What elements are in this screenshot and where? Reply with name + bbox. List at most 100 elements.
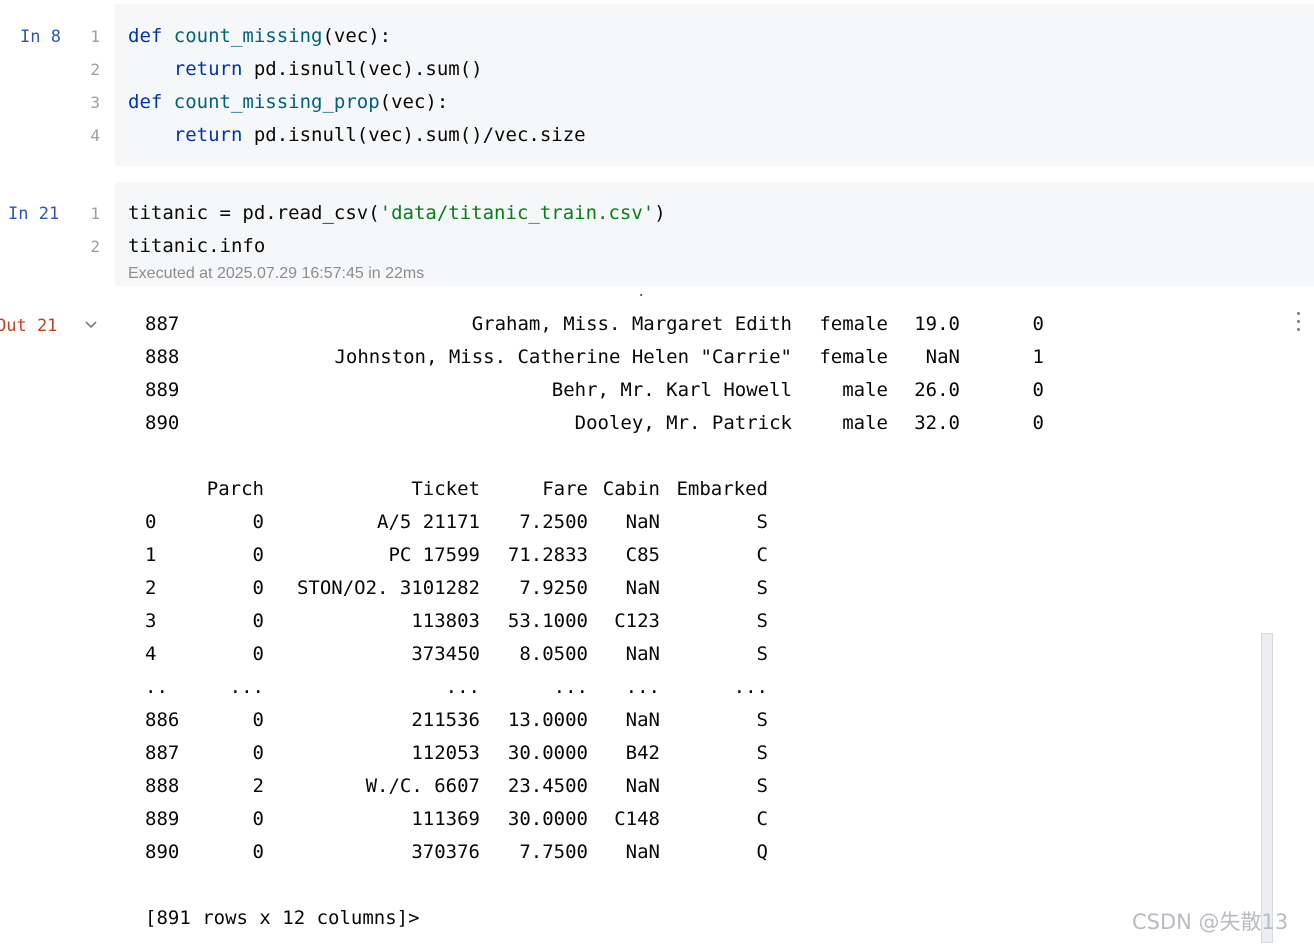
- table-cell: 0: [252, 808, 264, 830]
- table-cell: 13.0000: [507, 709, 588, 731]
- passenger-name: Behr, Mr. Karl Howell: [551, 379, 792, 401]
- more-vertical-icon[interactable]: [1292, 310, 1306, 334]
- table-cell: C123: [614, 610, 660, 632]
- table-cell: 0: [252, 577, 264, 599]
- table-cell: ...: [625, 676, 660, 698]
- table-cell: NaN: [625, 709, 660, 731]
- output-partial-dot: .: [637, 284, 646, 300]
- table-cell: 23.4500: [507, 775, 588, 797]
- scrollbar[interactable]: [1261, 633, 1273, 943]
- column-header: Cabin: [602, 478, 660, 500]
- table-cell: ...: [229, 676, 264, 698]
- watermark: CSDN @失散13: [1132, 910, 1289, 934]
- row-index: 887: [145, 313, 180, 335]
- code-token: titanic = pd.read_csv(: [128, 202, 380, 224]
- line-number: 1: [90, 204, 100, 223]
- table-cell: 30.0000: [507, 742, 588, 764]
- table-cell: C85: [625, 544, 660, 566]
- code-token: def: [128, 91, 174, 113]
- code-line[interactable]: def count_missing_prop(vec):: [128, 91, 448, 113]
- code-line[interactable]: titanic = pd.read_csv('data/titanic_trai…: [128, 202, 666, 224]
- line-number: 3: [90, 93, 100, 112]
- passenger-sibsp: 1: [1032, 346, 1044, 368]
- table-cell: C: [756, 808, 768, 830]
- code-line[interactable]: def count_missing(vec):: [128, 25, 391, 47]
- table-cell: STON/O2. 3101282: [296, 577, 480, 599]
- cell-prompt: In 8: [20, 27, 61, 47]
- row-index: 2: [145, 577, 157, 599]
- table-cell: S: [756, 709, 768, 731]
- execution-info: Executed at 2025.07.29 16:57:45 in 22ms: [128, 265, 425, 282]
- table-cell: C: [756, 544, 768, 566]
- table-cell: S: [756, 742, 768, 764]
- table-cell: S: [756, 577, 768, 599]
- table-cell: 8.0500: [519, 643, 588, 665]
- table-cell: 0: [252, 610, 264, 632]
- passenger-age: NaN: [925, 346, 960, 368]
- table-cell: C148: [614, 808, 660, 830]
- code-token: return: [173, 58, 254, 80]
- code-token: (vec):: [322, 25, 392, 47]
- table-cell: NaN: [625, 841, 660, 863]
- passenger-sex: female: [819, 313, 888, 335]
- table-cell: PC 17599: [388, 544, 480, 566]
- passenger-sex: male: [842, 379, 888, 401]
- table-cell: S: [756, 511, 768, 533]
- table-cell: ...: [445, 676, 480, 698]
- table-cell: 71.2833: [507, 544, 588, 566]
- row-index: 890: [145, 412, 180, 434]
- passenger-name: Graham, Miss. Margaret Edith: [471, 313, 792, 335]
- table-cell: 7.2500: [519, 511, 588, 533]
- row-index: 0: [145, 511, 157, 533]
- passenger-name: Johnston, Miss. Catherine Helen "Carrie": [334, 346, 792, 368]
- code-line[interactable]: return pd.isnull(vec).sum()/vec.size: [128, 124, 586, 146]
- chevron-down-icon[interactable]: [84, 318, 98, 332]
- table-cell: 0: [252, 511, 264, 533]
- code-line[interactable]: return pd.isnull(vec).sum(): [128, 58, 483, 80]
- column-header: Parch: [206, 478, 264, 500]
- output-footer: [891 rows x 12 columns]>: [145, 907, 420, 929]
- column-header: Ticket: [411, 478, 480, 500]
- code-token: titanic.info: [128, 235, 266, 257]
- code-token: def: [128, 25, 174, 47]
- table-cell: 112053: [411, 742, 480, 764]
- code-token: count_missing: [173, 25, 323, 47]
- passenger-name: Dooley, Mr. Patrick: [574, 412, 792, 434]
- table-cell: 113803: [411, 610, 480, 632]
- line-number: 1: [90, 27, 100, 46]
- passenger-age: 32.0: [914, 412, 960, 434]
- table-cell: S: [756, 775, 768, 797]
- line-number: 2: [90, 60, 100, 79]
- passenger-sex: female: [819, 346, 888, 368]
- code-token: return: [173, 124, 254, 146]
- output-prompt: Out 21: [0, 316, 58, 336]
- line-number: 2: [90, 237, 100, 256]
- table-cell: 0: [252, 643, 264, 665]
- table-cell: 0: [252, 544, 264, 566]
- table-cell: 2: [252, 775, 264, 797]
- table-cell: W./C. 6607: [365, 775, 480, 797]
- table-cell: 0: [252, 709, 264, 731]
- code-token: ): [654, 202, 666, 224]
- table-cell: S: [756, 643, 768, 665]
- code-line[interactable]: titanic.info: [128, 235, 265, 257]
- passenger-sibsp: 0: [1032, 412, 1044, 434]
- table-cell: 211536: [411, 709, 480, 731]
- column-header: Fare: [542, 478, 588, 500]
- table-cell: B42: [625, 742, 660, 764]
- table-cell: 0: [252, 841, 264, 863]
- table-cell: 370376: [411, 841, 480, 863]
- passenger-sex: male: [842, 412, 888, 434]
- passenger-sibsp: 0: [1032, 379, 1044, 401]
- row-index: 3: [145, 610, 157, 632]
- passenger-age: 26.0: [914, 379, 960, 401]
- table-cell: Q: [756, 841, 768, 863]
- table-cell: 7.7500: [519, 841, 588, 863]
- cell-prompt: In 21: [8, 204, 60, 224]
- code-token: count_missing_prop: [173, 91, 380, 113]
- table-cell: 373450: [411, 643, 480, 665]
- line-number: 4: [90, 126, 100, 145]
- table-cell: 7.9250: [519, 577, 588, 599]
